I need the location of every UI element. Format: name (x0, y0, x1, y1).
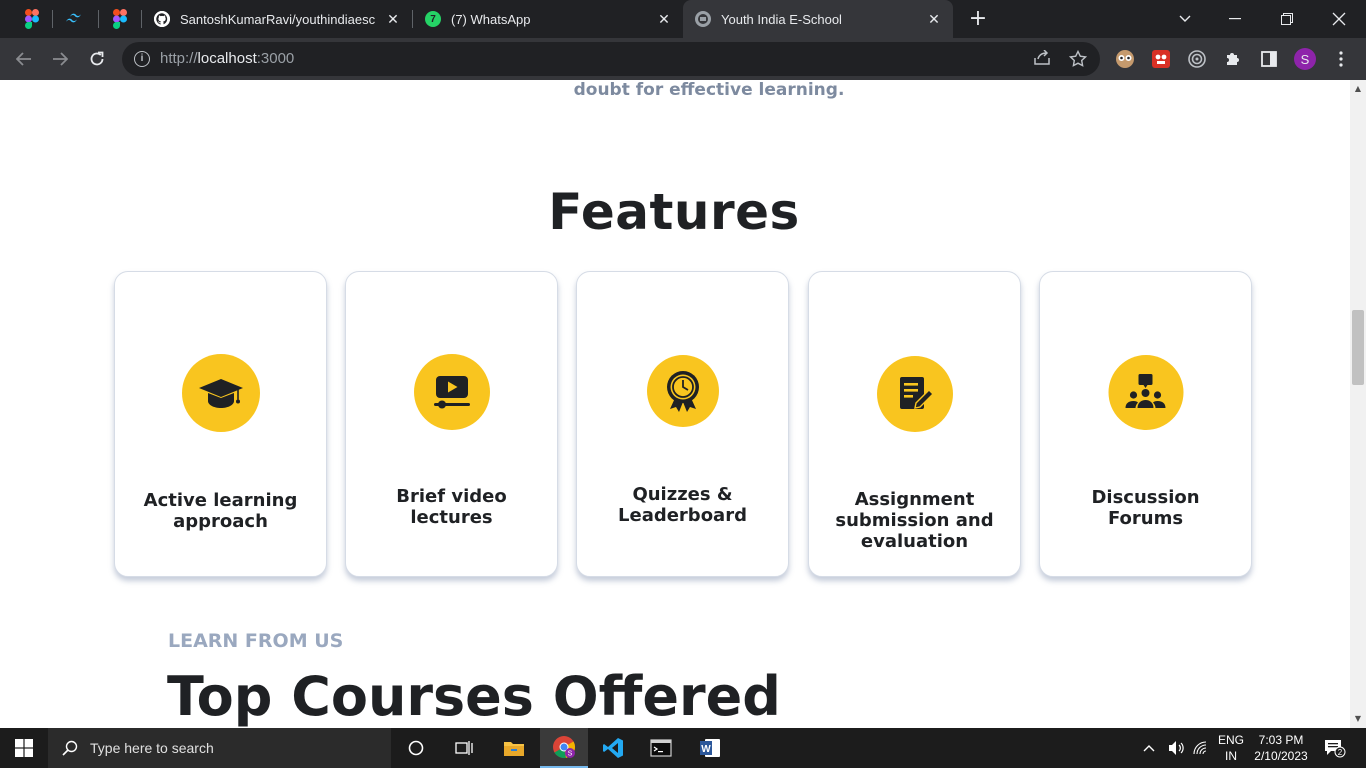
taskbar-search-box[interactable]: Type here to search (48, 728, 391, 768)
intro-paragraph-tail: doubt for effective learning. (573, 80, 845, 100)
feature-card-video-lectures[interactable]: Brief video lectures (345, 271, 558, 577)
tailwind-pinned-tab[interactable] (65, 9, 85, 29)
volume-icon[interactable] (1168, 728, 1186, 768)
back-arrow-icon[interactable] (12, 47, 36, 71)
scrollbar-thumb[interactable] (1352, 310, 1364, 385)
file-explorer-icon[interactable] (490, 728, 538, 768)
tab-title: (7) WhatsApp (451, 11, 531, 27)
discussion-group-icon (1108, 355, 1183, 430)
whatsapp-icon: 7 (425, 11, 441, 27)
section-kicker: LEARN FROM US (168, 630, 344, 652)
tab-whatsapp[interactable]: 7 (7) WhatsApp ✕ (413, 0, 683, 38)
profile-avatar[interactable]: S (1294, 48, 1316, 70)
site-info-icon[interactable]: i (134, 51, 150, 67)
feature-label: Discussion Forums (1091, 487, 1200, 529)
figma-icon (25, 9, 39, 29)
browser-toolbar: i http://localhost:3000 S (0, 38, 1366, 80)
close-tab-icon[interactable]: ✕ (382, 11, 404, 28)
features-heading: Features (548, 183, 800, 241)
language-indicator[interactable]: ENG IN (1214, 732, 1248, 764)
svg-text:2: 2 (1338, 748, 1343, 757)
windows-start-button[interactable] (0, 728, 48, 768)
page-viewport: doubt for effective learning. Features A… (0, 80, 1350, 728)
browser-tab-strip: SantoshKumarRavi/youthindiaesc ✕ 7 (7) W… (0, 0, 1366, 38)
feature-label: Quizzes & Leaderboard (618, 484, 747, 526)
extension-owl-icon[interactable] (1114, 48, 1136, 70)
site-favicon-icon (695, 11, 711, 27)
tab-title: SantoshKumarRavi/youthindiaesc (180, 11, 376, 27)
tab-search-dropdown-icon[interactable] (1160, 0, 1210, 38)
top-courses-heading: Top Courses Offered (167, 665, 781, 728)
feature-card-discussion[interactable]: Discussion Forums (1039, 271, 1252, 577)
assignment-edit-icon (876, 356, 953, 432)
feature-card-assignment[interactable]: Assignment submission and evaluation (808, 271, 1021, 577)
feature-card-quizzes[interactable]: Quizzes & Leaderboard (576, 271, 789, 577)
tab-github[interactable]: SantoshKumarRavi/youthindiaesc ✕ (142, 0, 412, 38)
extension-target-icon[interactable] (1186, 48, 1208, 70)
windows-logo-icon (15, 739, 33, 757)
video-lecture-icon (413, 354, 490, 430)
scroll-down-arrow-icon[interactable]: ▼ (1353, 714, 1363, 724)
feature-label: Assignment submission and evaluation (835, 489, 994, 552)
word-icon[interactable]: W (686, 728, 734, 768)
figma-icon (113, 9, 127, 29)
side-panel-icon[interactable] (1258, 48, 1280, 70)
notification-center-icon[interactable]: 2 (1324, 728, 1346, 768)
vscode-icon[interactable] (589, 728, 637, 768)
award-badge-icon (646, 355, 719, 427)
system-clock[interactable]: 7:03 PM 2/10/2023 (1250, 732, 1312, 764)
wifi-icon[interactable] (1193, 728, 1209, 768)
close-window-icon[interactable] (1314, 0, 1364, 38)
windows-taskbar: Type here to search S W ENG IN 7:03 PM 2/1… (0, 728, 1366, 768)
reload-icon[interactable] (85, 47, 109, 71)
feature-label: Brief video lectures (396, 486, 507, 528)
share-icon[interactable] (1034, 49, 1052, 68)
show-hidden-icons-chevron-icon[interactable] (1143, 728, 1155, 768)
feature-label: Active learning approach (143, 490, 298, 532)
new-tab-button[interactable]: + (966, 7, 990, 31)
graduation-cap-icon (181, 354, 260, 432)
address-bar[interactable]: i http://localhost:3000 (122, 42, 1100, 76)
tailwind-icon (66, 13, 81, 23)
forward-arrow-icon[interactable] (48, 47, 72, 71)
browser-menu-icon[interactable] (1330, 48, 1352, 70)
feature-card-active-learning[interactable]: Active learning approach (114, 271, 327, 577)
restore-icon[interactable] (1262, 0, 1312, 38)
extensions-puzzle-icon[interactable] (1222, 48, 1244, 70)
url-text: http://localhost:3000 (160, 50, 295, 67)
scroll-up-arrow-icon[interactable]: ▲ (1353, 84, 1363, 94)
figma-pinned-tab[interactable] (22, 9, 42, 29)
tab-youth-india[interactable]: Youth India E-School ✕ (683, 0, 953, 38)
tab-title: Youth India E-School (721, 11, 842, 27)
github-icon (154, 11, 170, 27)
extension-puzzle-red-icon[interactable] (1150, 48, 1172, 70)
chrome-taskbar-icon[interactable]: S (540, 728, 588, 768)
minimize-icon[interactable] (1210, 0, 1260, 38)
cortana-icon[interactable] (392, 728, 440, 768)
close-tab-icon[interactable]: ✕ (923, 11, 945, 28)
terminal-icon[interactable] (637, 728, 685, 768)
close-tab-icon[interactable]: ✕ (653, 11, 675, 28)
page-scrollbar[interactable]: ▲ ▼ (1350, 80, 1366, 728)
bookmark-star-icon[interactable] (1068, 49, 1088, 68)
search-icon (62, 740, 78, 756)
svg-text:S: S (568, 751, 573, 758)
svg-text:W: W (701, 744, 711, 755)
search-placeholder: Type here to search (90, 740, 214, 756)
task-view-icon[interactable] (440, 728, 488, 768)
figma-pinned-tab-2[interactable] (110, 9, 130, 29)
